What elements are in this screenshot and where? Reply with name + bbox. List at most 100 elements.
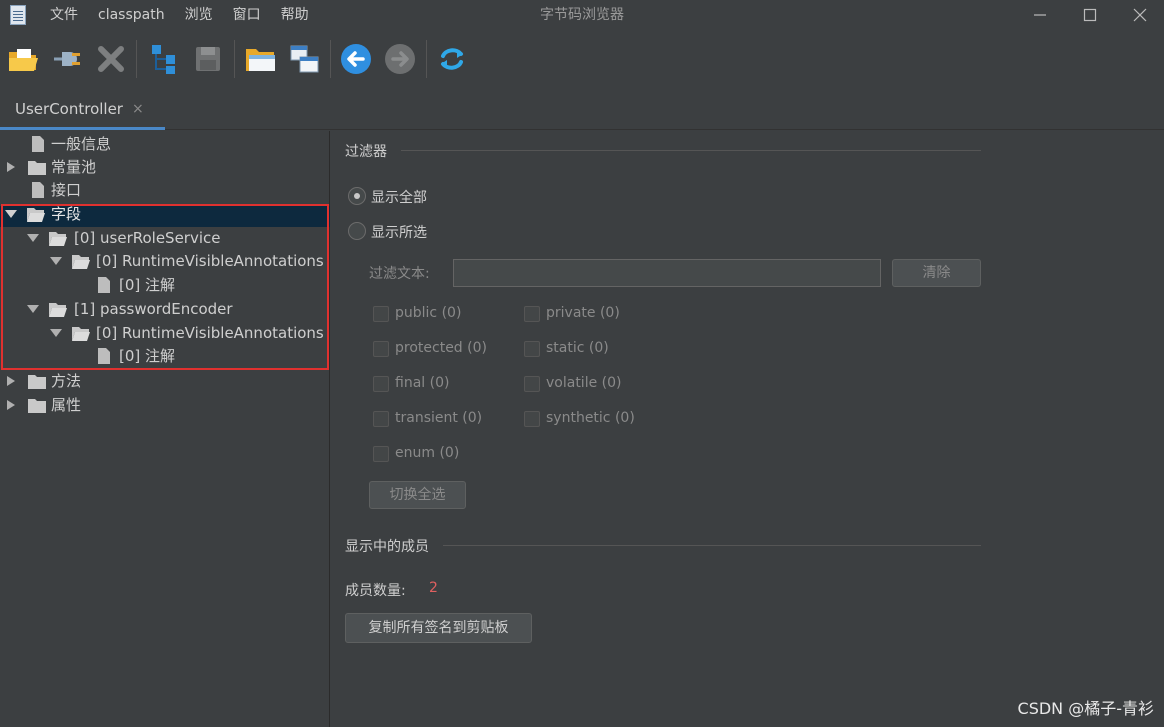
members-section-title: 显示中的成员 [345, 539, 429, 555]
minimize-button[interactable] [1014, 0, 1064, 30]
checkbox-transient[interactable] [373, 411, 389, 427]
collapse-arrow-icon[interactable] [27, 297, 39, 321]
checkbox-label: final (0) [395, 375, 450, 391]
checkbox-volatile[interactable] [524, 376, 540, 392]
folder-icon [28, 161, 46, 175]
show-all-label: 显示全部 [371, 190, 427, 206]
checkbox-public[interactable] [373, 306, 389, 322]
watermark: CSDN @橘子-青衫 [1017, 699, 1154, 718]
structure-tree: 一般信息 常量池 接口 字段 [0] userRoleService [0] R… [0, 131, 330, 727]
checkbox-label: static (0) [546, 340, 609, 356]
toolbar-separator [234, 40, 235, 78]
member-count-value: 2 [429, 580, 438, 596]
menu-window[interactable]: 窗口 [233, 0, 261, 30]
tree-node-label: [0] 注解 [119, 347, 176, 365]
hierarchy-button[interactable] [148, 42, 182, 76]
back-arrow-icon [341, 44, 371, 74]
checkbox-synthetic[interactable] [524, 411, 540, 427]
toggle-all-button[interactable]: 切换全选 [369, 481, 466, 509]
refresh-button[interactable] [435, 42, 469, 76]
filter-text-label: 过滤文本: [369, 266, 430, 282]
tab-label: UserController [15, 100, 123, 118]
checkbox-private[interactable] [524, 306, 540, 322]
tree-node-label: [1] passwordEncoder [74, 300, 233, 318]
collapse-arrow-icon[interactable] [50, 249, 62, 273]
collapse-arrow-icon[interactable] [27, 226, 39, 250]
folder-open-icon [49, 232, 67, 246]
close-window-button[interactable] [1114, 0, 1164, 30]
tree-node-label: 接口 [51, 181, 82, 199]
minimize-icon [1034, 14, 1046, 16]
clear-button[interactable]: 清除 [892, 259, 981, 287]
tree-node-attribute[interactable]: [0] RuntimeVisibleAnnotations [0, 321, 330, 345]
folder-open-icon [246, 49, 275, 71]
file-icon [98, 277, 110, 293]
tree-node-field[interactable]: [0] userRoleService [0, 226, 330, 250]
copy-signatures-button[interactable]: 复制所有签名到剪贴板 [345, 613, 532, 643]
forward-button[interactable] [383, 42, 417, 76]
checkbox-label: public (0) [395, 305, 462, 321]
title-bar: 文件 classpath 浏览 窗口 帮助 字节码浏览器 [0, 0, 1164, 30]
tree-node-attribute[interactable]: [0] RuntimeVisibleAnnotations [0, 249, 330, 273]
refresh-icon [441, 48, 463, 70]
checkbox-protected[interactable] [373, 341, 389, 357]
checkbox-final[interactable] [373, 376, 389, 392]
expand-arrow-icon[interactable] [6, 155, 18, 179]
checkbox-label: enum (0) [395, 445, 460, 461]
tree-node-general-info[interactable]: 一般信息 [0, 132, 330, 156]
show-selected-radio[interactable] [348, 222, 366, 240]
file-icon [32, 136, 44, 152]
tree-node-field[interactable]: [1] passwordEncoder [0, 297, 330, 321]
tree-node-fields[interactable]: 字段 [0, 202, 330, 226]
tree-node-constant-pool[interactable]: 常量池 [0, 155, 330, 179]
back-button[interactable] [339, 42, 373, 76]
checkbox-label: transient (0) [395, 410, 483, 426]
divider [443, 545, 981, 546]
collapse-arrow-icon[interactable] [5, 202, 17, 226]
menu-classpath[interactable]: classpath [98, 0, 165, 30]
checkbox-static[interactable] [524, 341, 540, 357]
app-icon [10, 5, 26, 25]
delete-icon [98, 46, 124, 72]
member-count-label: 成员数量: [345, 583, 406, 599]
checkbox-label: synthetic (0) [546, 410, 635, 426]
show-all-radio[interactable] [348, 187, 366, 205]
delete-button[interactable] [94, 42, 128, 76]
checkbox-enum[interactable] [373, 446, 389, 462]
tree-node-annotation[interactable]: [0] 注解 [0, 344, 330, 368]
file-icon [32, 182, 44, 198]
folder-open-icon [27, 208, 45, 222]
open-button[interactable] [6, 42, 40, 76]
collapse-arrow-icon[interactable] [50, 321, 62, 345]
tab-bar: UserController × [0, 94, 1164, 130]
menu-bar: 文件 classpath 浏览 窗口 帮助 [50, 0, 329, 30]
tree-structure-icon [152, 45, 175, 74]
tree-node-label: 属性 [51, 396, 82, 414]
tab-close-icon[interactable]: × [132, 101, 144, 117]
filter-panel: 过滤器 显示全部 显示所选 过滤文本: 清除 public (0) privat… [331, 131, 1164, 727]
folder-open-icon [72, 327, 90, 341]
menu-file[interactable]: 文件 [50, 0, 78, 30]
file-icon [98, 348, 110, 364]
tree-node-annotation[interactable]: [0] 注解 [0, 273, 330, 297]
menu-browse[interactable]: 浏览 [185, 0, 213, 30]
expand-arrow-icon[interactable] [6, 393, 18, 417]
toolbar-separator [330, 40, 331, 78]
filter-section-title: 过滤器 [345, 144, 387, 160]
save-icon [196, 47, 220, 71]
save-button[interactable] [191, 42, 225, 76]
checkbox-label: volatile (0) [546, 375, 622, 391]
tab-usercontroller[interactable]: UserController × [0, 94, 165, 130]
expand-arrow-icon[interactable] [6, 369, 18, 393]
menu-help[interactable]: 帮助 [281, 0, 309, 30]
window-button[interactable] [287, 42, 321, 76]
toolbar-separator [426, 40, 427, 78]
tree-node-label: [0] 注解 [119, 276, 176, 294]
maximize-button[interactable] [1064, 0, 1114, 30]
filter-text-input[interactable] [453, 259, 881, 287]
tree-node-methods[interactable]: 方法 [0, 369, 330, 393]
tree-node-interfaces[interactable]: 接口 [0, 178, 330, 202]
open-folder-button[interactable] [243, 42, 277, 76]
tree-node-attributes[interactable]: 属性 [0, 393, 330, 417]
connect-button[interactable] [50, 42, 84, 76]
